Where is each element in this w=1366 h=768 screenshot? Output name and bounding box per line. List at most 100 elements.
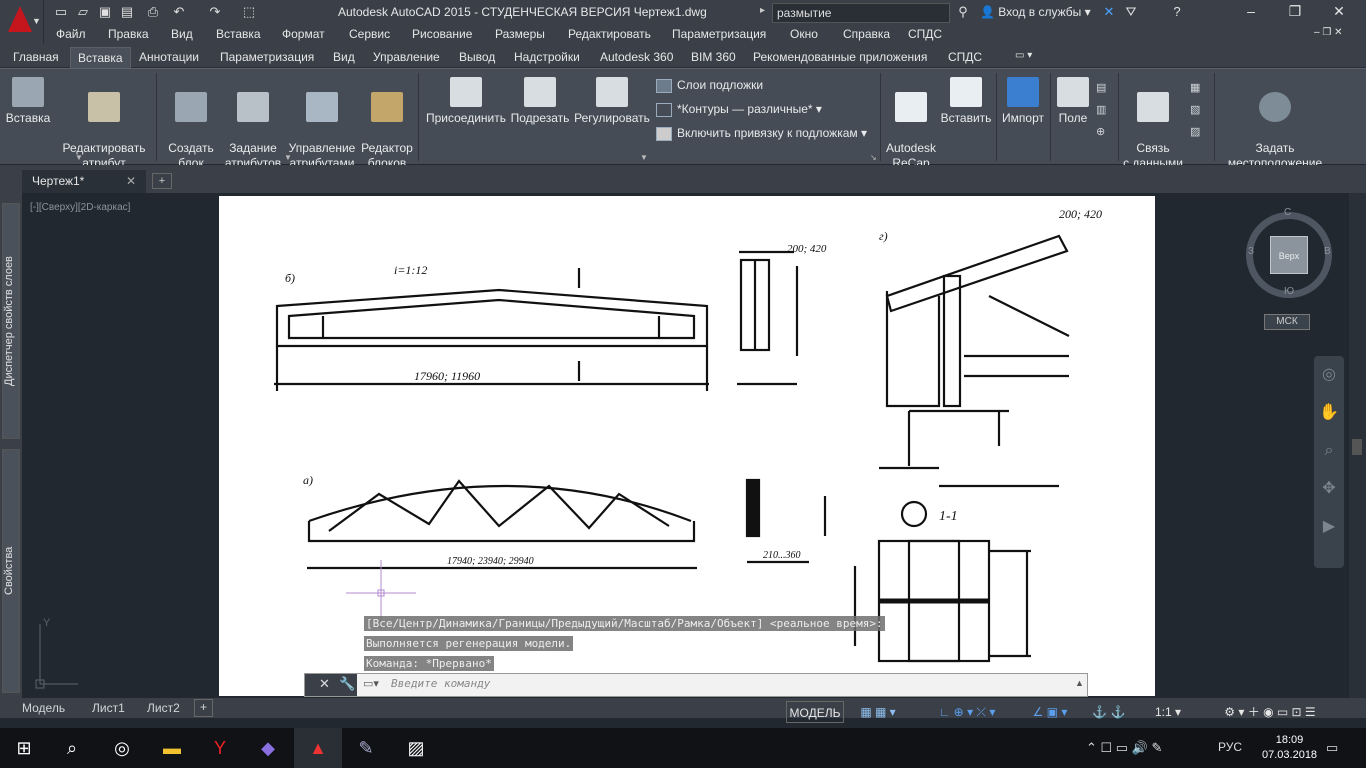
snap-underlay-dropdown[interactable]: Включить привязку к подложкам ▾	[656, 126, 867, 141]
saveas-icon[interactable]: ▤	[118, 4, 136, 20]
menu-dimension[interactable]: Размеры	[495, 27, 545, 41]
document-tab[interactable]: Чертеж1* ✕	[22, 170, 146, 193]
menu-window[interactable]: Окно	[790, 27, 818, 41]
wrench-icon[interactable]: 🔧	[339, 676, 355, 692]
search-icon[interactable]: ⌕	[48, 728, 96, 768]
share-icon[interactable]: ⬚	[240, 4, 258, 20]
scrollbar-thumb[interactable]	[1352, 439, 1362, 455]
command-line[interactable]: ✕ 🔧 ▭▾ Введите команду ▲	[304, 673, 1088, 697]
vertical-scrollbar[interactable]	[1349, 193, 1366, 698]
layer-properties-palette-tab[interactable]: Диспетчер свойств слоев	[2, 203, 20, 439]
menu-parametric[interactable]: Параметризация	[672, 27, 766, 41]
panel-expand-icon[interactable]: ▼	[75, 153, 83, 162]
viewport-controls[interactable]: [-][Сверху][2D-каркас]	[30, 202, 130, 213]
close-button[interactable]: ✕	[1324, 3, 1354, 23]
tab-a360[interactable]: Autodesk 360	[593, 47, 680, 68]
layout-tab[interactable]: Лист1	[82, 699, 135, 717]
navigation-bar[interactable]: ◎ ✋ ⌕ ✥ ▶	[1314, 356, 1344, 568]
grid-snap-icons[interactable]: ▦ ▦ ▾	[848, 701, 908, 723]
clip-button[interactable]: Подрезать	[510, 77, 570, 126]
menu-tools[interactable]: Сервис	[349, 27, 390, 41]
exchange-icon[interactable]: ✕	[1100, 4, 1118, 20]
viewcube-top-face[interactable]: Верх	[1270, 236, 1308, 274]
tab-annotate[interactable]: Аннотации	[132, 47, 206, 68]
redo-icon[interactable]: ↷	[206, 4, 224, 20]
field-small-icons[interactable]: ▤ ▥ ⊕	[1096, 77, 1112, 147]
menu-spds[interactable]: СПДС	[908, 27, 942, 41]
new-icon[interactable]: ▭	[52, 4, 70, 20]
app-purple-icon[interactable]: ◆	[244, 728, 292, 768]
data-small-icons[interactable]: ▦ ▧ ▨	[1190, 77, 1206, 147]
annotation-scale[interactable]: 1:1 ▾	[1150, 701, 1186, 723]
app-circle-icon[interactable]: ◎	[98, 728, 146, 768]
restore-button[interactable]: ❐	[1280, 3, 1310, 23]
command-history-toggle[interactable]: ▲	[1075, 678, 1084, 688]
tray-icons[interactable]: ⌃ ☐ ▭ 🔊 ✎	[1086, 740, 1162, 756]
contours-dropdown[interactable]: *Контуры — различные* ▾	[656, 102, 822, 117]
tab-addins[interactable]: Надстройки	[507, 47, 587, 68]
layout-tab[interactable]: Лист2	[137, 699, 190, 717]
menu-modify[interactable]: Редактировать	[568, 27, 651, 41]
underlay-layers-button[interactable]: Слои подложки	[656, 78, 763, 93]
new-tab-button[interactable]: +	[152, 173, 172, 189]
minimize-button[interactable]: –	[1236, 3, 1266, 23]
tab-bim360[interactable]: BIM 360	[684, 47, 743, 68]
yandex-browser-icon[interactable]: Y	[196, 728, 244, 768]
photos-icon[interactable]: ▨	[392, 728, 440, 768]
attach-button[interactable]: Присоединить	[424, 77, 508, 126]
nav-tools-icon[interactable]: ◎ ✋ ⌕ ✥ ▶	[1314, 356, 1344, 546]
panel-expand-icon[interactable]: ▼	[640, 153, 648, 162]
field-button[interactable]: Поле	[1052, 77, 1094, 126]
print-icon[interactable]: ⎙	[144, 4, 162, 20]
status-tools-icons[interactable]: ⚙ ▾ ＋ ◉ ▭ ⊡ ☰	[1190, 701, 1350, 723]
tab-parametric[interactable]: Параметризация	[213, 47, 321, 68]
command-input[interactable]: Введите команду	[391, 677, 991, 693]
import-button[interactable]: Импорт	[998, 77, 1048, 126]
a360-icon[interactable]: ⛛	[1122, 4, 1140, 20]
annotation-icons[interactable]: ⚓ ⚓	[1084, 701, 1134, 723]
add-layout-button[interactable]: +	[194, 699, 214, 717]
autocad-taskbar-icon[interactable]: ▲	[294, 728, 342, 768]
insert-block-button[interactable]: Вставка	[4, 77, 52, 126]
search-expand-icon[interactable]: ▸	[760, 5, 765, 16]
adjust-button[interactable]: Регулировать	[572, 77, 652, 126]
language-indicator[interactable]: РУС	[1218, 740, 1242, 754]
explorer-icon[interactable]: ▬	[148, 728, 196, 768]
model-space-toggle[interactable]: МОДЕЛЬ	[786, 701, 844, 723]
app-menu-button[interactable]: ▼	[0, 0, 44, 44]
menu-draw[interactable]: Рисование	[412, 27, 472, 41]
panel-expand-icon[interactable]: ▼	[284, 153, 292, 162]
notifications-icon[interactable]: ▭	[1326, 740, 1338, 756]
tab-home[interactable]: Главная	[6, 47, 66, 68]
osnap-icons[interactable]: ∠ ▣ ▾	[1020, 701, 1080, 723]
app-notes-icon[interactable]: ✎	[342, 728, 390, 768]
panel-dialog-icon[interactable]: ↘	[870, 153, 877, 162]
ribbon-toggle-button[interactable]: ▭ ▾	[1008, 47, 1039, 68]
menu-edit[interactable]: Правка	[108, 27, 149, 41]
menu-help[interactable]: Справка	[843, 27, 890, 41]
tab-featured-apps[interactable]: Рекомендованные приложения	[746, 47, 934, 68]
properties-palette-tab[interactable]: Свойства	[2, 449, 20, 693]
doc-window-controls[interactable]: – ❐ ✕	[1314, 27, 1342, 38]
signin-button[interactable]: 👤 Вход в службы ▾	[980, 5, 1091, 19]
undo-icon[interactable]: ↶	[170, 4, 188, 20]
layout-tab-active[interactable]: Модель	[12, 699, 75, 717]
tab-view[interactable]: Вид	[326, 47, 362, 68]
menu-view[interactable]: Вид	[171, 27, 193, 41]
tab-spds[interactable]: СПДС	[941, 47, 989, 68]
open-icon[interactable]: ▱	[74, 4, 92, 20]
save-icon[interactable]: ▣	[96, 4, 114, 20]
menu-file[interactable]: Файл	[56, 27, 86, 41]
close-tab-icon[interactable]: ✕	[126, 174, 136, 188]
menu-insert[interactable]: Вставка	[216, 27, 261, 41]
help-icon[interactable]: ?	[1168, 4, 1186, 20]
tab-manage[interactable]: Управление	[366, 47, 447, 68]
tab-insert[interactable]: Вставка	[70, 47, 131, 68]
start-icon[interactable]: ⊞	[0, 728, 48, 768]
help-search-input[interactable]: размытие	[772, 3, 950, 23]
ortho-polar-icons[interactable]: ∟ ⊕ ▾ ⤫ ▾	[912, 701, 1022, 723]
command-prompt-icon[interactable]: ▭▾	[363, 677, 379, 690]
tab-output[interactable]: Вывод	[452, 47, 502, 68]
menu-format[interactable]: Формат	[282, 27, 325, 41]
close-icon[interactable]: ✕	[319, 676, 330, 692]
